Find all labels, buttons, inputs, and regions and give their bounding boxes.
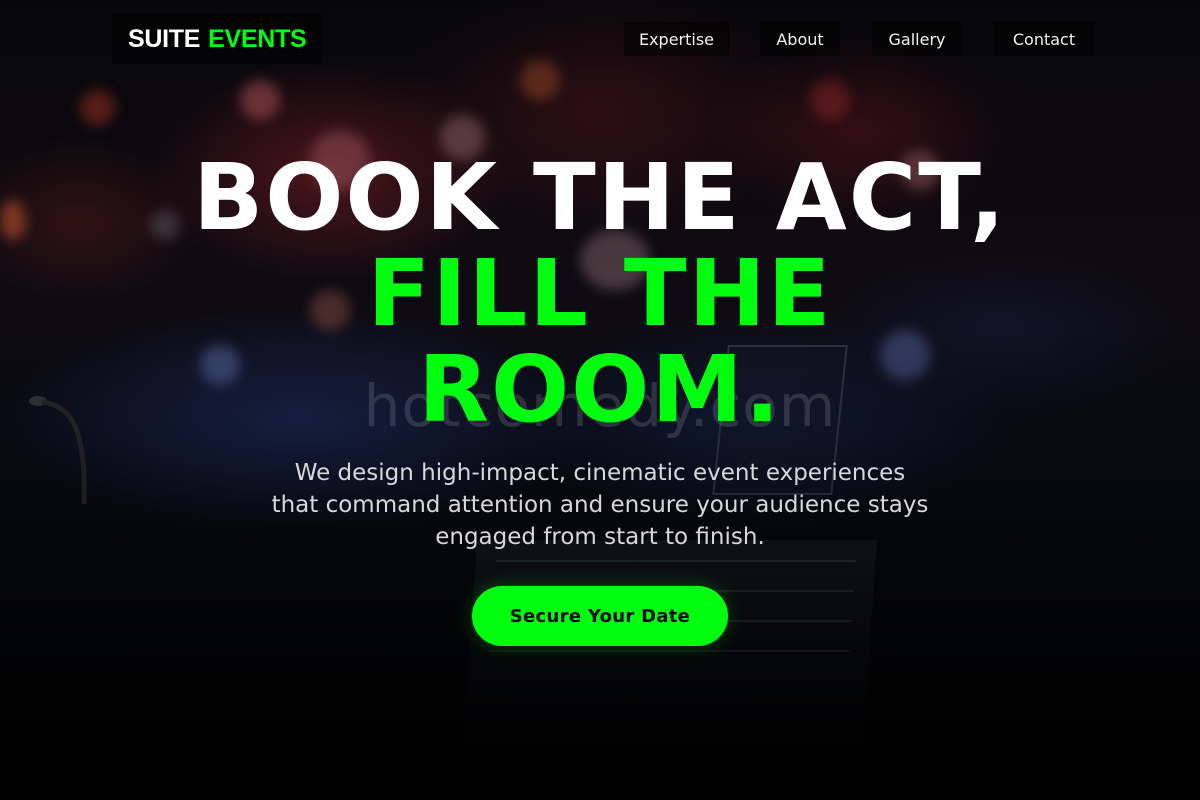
brand-name-part1: SUITE bbox=[128, 24, 201, 53]
hero-section: hotcomedy.com SUITE EVENTS Expertise Abo… bbox=[0, 0, 1200, 800]
hero-headline: BOOK THE ACT, FILL THE ROOM. bbox=[0, 150, 1200, 438]
nav-link-expertise[interactable]: Expertise bbox=[624, 22, 729, 56]
brand-logo[interactable]: SUITE EVENTS bbox=[112, 14, 323, 64]
brand-name-part2: EVENTS bbox=[208, 24, 307, 53]
top-navigation: SUITE EVENTS Expertise About Gallery Con… bbox=[0, 14, 1200, 66]
nav-link-gallery[interactable]: Gallery bbox=[872, 22, 962, 56]
nav-link-contact[interactable]: Contact bbox=[994, 22, 1094, 56]
nav-link-about[interactable]: About bbox=[760, 22, 840, 56]
headline-line-2: FILL THE ROOM. bbox=[367, 240, 833, 443]
hero-subtitle: We design high-impact, cinematic event e… bbox=[271, 460, 929, 550]
headline-line-1: BOOK THE ACT, bbox=[193, 144, 1007, 251]
secure-your-date-button[interactable]: Secure Your Date bbox=[472, 586, 728, 646]
